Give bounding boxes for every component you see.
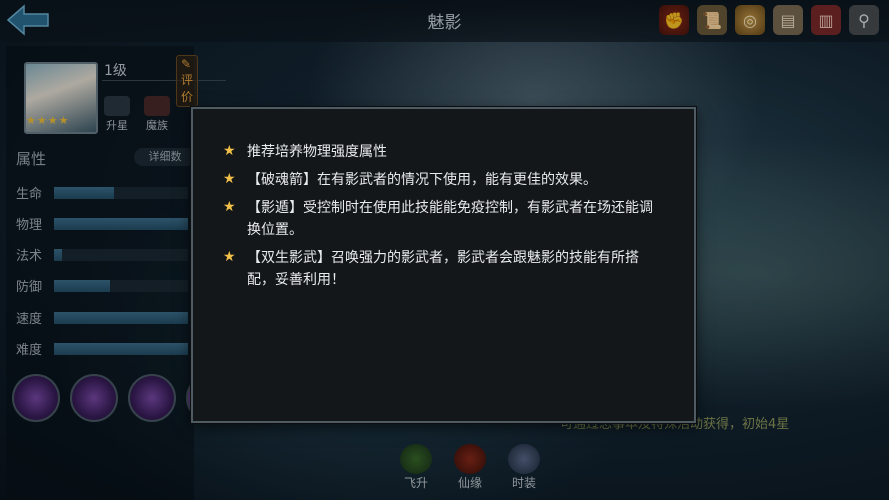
tip-text: 推荐培养物理强度属性 [247,144,387,160]
tips-dialog: ★ 推荐培养物理强度属性 ★ 【破魂箭】在有影武者的情况下使用，能有更佳的效果。… [191,107,696,423]
star-icon: ★ [223,199,236,215]
tip-text: 【破魂箭】在有影武者的情况下使用，能有更佳的效果。 [247,172,597,188]
tip-text: 【影遁】受控制时在使用此技能能免疫控制，有影武者在场还能调换位置。 [247,200,653,238]
tip-item: ★ 【破魂箭】在有影武者的情况下使用，能有更佳的效果。 [223,169,663,191]
tip-item: ★ 推荐培养物理强度属性 [223,141,663,163]
tip-text: 【双生影武】召唤强力的影武者，影武者会跟魅影的技能有所搭配，妥善利用！ [247,250,639,288]
star-icon: ★ [223,249,236,265]
star-icon: ★ [223,171,236,187]
tip-item: ★ 【双生影武】召唤强力的影武者，影武者会跟魅影的技能有所搭配，妥善利用！ [223,247,663,291]
star-icon: ★ [223,143,236,159]
tip-item: ★ 【影遁】受控制时在使用此技能能免疫控制，有影武者在场还能调换位置。 [223,197,663,241]
